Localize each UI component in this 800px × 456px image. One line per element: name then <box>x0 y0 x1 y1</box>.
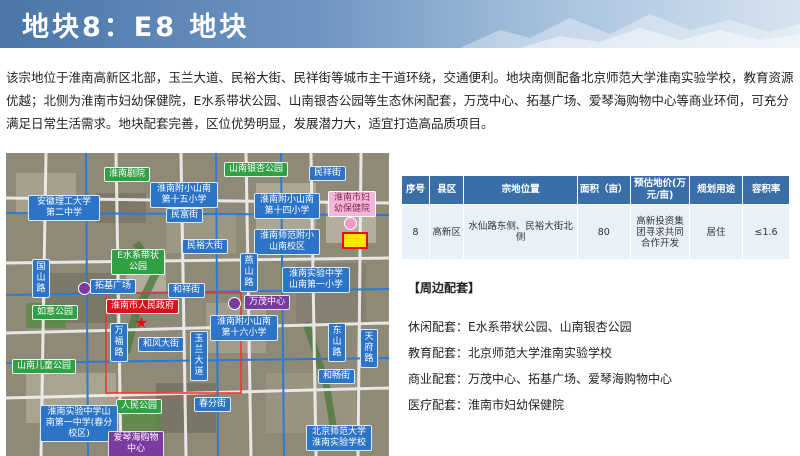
table-cell: 8 <box>400 204 431 260</box>
mountain-decoration <box>460 14 800 48</box>
table-header-cell: 序号 <box>400 175 431 205</box>
map-label-yanshan-lu: 燕山路 <box>240 253 258 292</box>
surroundings-item-education: 教育配套：北京师范大学淮南实验学校 <box>408 344 612 361</box>
table-header-cell: 预估地价(万元/亩) <box>629 175 691 205</box>
map-label-guoshan-lu: 国山路 <box>32 259 50 298</box>
fuyou-marker <box>344 217 357 230</box>
map-label-yulan: 玉兰大道 <box>190 331 208 381</box>
map-label-wanfu-lu: 万福路 <box>110 323 128 362</box>
land-plot-marker <box>342 232 368 249</box>
map-label-renmin: 人民公园 <box>116 399 163 414</box>
table-header-cell: 规划用途 <box>689 175 744 205</box>
map-label-e-shuixi: E水系带状公园 <box>111 249 165 275</box>
map-label-minxiang-jie: 民祥街 <box>309 166 347 181</box>
header-banner: 地块8：E8 地块 <box>0 0 800 48</box>
map-label-fuxiao-14: 淮南附小山南第十四小学 <box>254 193 320 219</box>
map-label-hefeng: 和风大街 <box>138 337 185 352</box>
map-label-hehui: 和畅街 <box>318 369 356 384</box>
table-header-cell: 面积（亩） <box>576 175 631 205</box>
table-cell: 高新区 <box>429 204 465 260</box>
wanmao-marker <box>228 297 241 310</box>
map-label-tuoji: 拓基广场 <box>90 279 137 294</box>
intro-paragraph: 该宗地位于淮南高新区北部，玉兰大道、民裕大街、民祥街等城市主干道环绕，交通便利。… <box>6 70 794 131</box>
map-label-fuxiao-16: 淮南附小山南第十六小学 <box>210 315 278 341</box>
surroundings-item-commerce: 商业配套：万茂中心、拓基广场、爱琴海购物中心 <box>408 370 672 387</box>
item-value: E水系带状公园、山南银杏公园 <box>468 320 632 334</box>
map-label-wanmao: 万茂中心 <box>244 295 291 310</box>
map-label-shiyan-zhongxue: 淮南实验中学山南第一中学(春分校区) <box>40 405 118 442</box>
map-label-minyu-dajie: 民裕大街 <box>182 239 229 254</box>
map-label-ruyi: 如意公园 <box>32 305 79 320</box>
item-key: 商业配套： <box>408 372 469 386</box>
gov-star-icon: ★ <box>134 313 149 332</box>
map-label-nanshida-fushu: 淮南师范附小山南校区 <box>254 229 320 255</box>
table-row: 8 高新区 水仙路东侧、民裕大街北侧 80 高新投资集团寻求共同合作开发 居住 … <box>400 204 790 260</box>
map-label-fuxiao-15: 淮南附小山南第十五小学 <box>150 182 218 208</box>
item-value: 北京师范大学淮南实验学校 <box>468 346 613 360</box>
table-header-cell: 县区 <box>429 175 465 205</box>
map-label-aiqinhai: 爱琴海购物中心 <box>108 431 164 456</box>
map-label-chunfen: 春分街 <box>194 397 232 412</box>
table-cell: ≤1.6 <box>742 204 790 260</box>
page-title: 地块8：E8 地块 <box>22 12 250 43</box>
map-label-hexiang-jie: 和祥街 <box>168 283 206 298</box>
table-header-cell: 容积率 <box>742 175 790 205</box>
table-header-row: 序号 县区 宗地位置 面积（亩） 预估地价(万元/亩) 规划用途 容积率 <box>400 175 790 205</box>
location-map: 淮南剧院 山南银杏公园 民祥街 安徽理工大学第二中学 淮南附小山南第十五小学 淮… <box>6 153 389 456</box>
map-label-gov: 淮南市人民政府 <box>106 299 180 314</box>
item-key: 医疗配套： <box>408 398 469 412</box>
table-cell: 水仙路东侧、民裕大街北侧 <box>463 204 578 260</box>
surroundings-item-leisure: 休闲配套：E水系带状公园、山南银杏公园 <box>408 318 632 335</box>
map-label-anhui-lg: 安徽理工大学第二中学 <box>28 195 100 221</box>
surroundings-item-medical: 医疗配套：淮南市妇幼保健院 <box>408 396 564 413</box>
map-label-bsd: 北京师范大学淮南实验学校 <box>306 425 372 451</box>
surroundings-title: 【周边配套】 <box>408 281 481 295</box>
map-label-shannan-ertong: 山南儿童公园 <box>12 359 77 374</box>
item-value: 淮南市妇幼保健院 <box>468 398 565 412</box>
item-value: 万茂中心、拓基广场、爱琴海购物中心 <box>468 372 673 386</box>
map-label-dongshan: 东山路 <box>328 323 346 362</box>
table-cell: 居住 <box>689 204 744 260</box>
item-key: 休闲配套： <box>408 320 469 334</box>
map-label-shannan-yinxing: 山南银杏公园 <box>224 162 289 177</box>
map-label-minfu-jie: 民富街 <box>166 208 204 223</box>
item-key: 教育配套： <box>408 346 469 360</box>
table-cell: 高新投资集团寻求共同合作开发 <box>629 204 691 260</box>
map-label-tianfu: 天府路 <box>360 329 378 368</box>
land-info-table: 序号 县区 宗地位置 面积（亩） 预估地价(万元/亩) 规划用途 容积率 8 高… <box>400 175 790 260</box>
table-cell: 80 <box>576 204 631 260</box>
map-label-huainan-juyuan: 淮南剧院 <box>104 167 151 182</box>
tuoji-marker <box>78 282 91 295</box>
map-label-shiyan-zhong1: 淮南实验中学山南第一小学 <box>282 267 350 293</box>
table-header-cell: 宗地位置 <box>463 175 578 205</box>
map-label-fuyou: 淮南市妇幼保健院 <box>328 191 376 217</box>
